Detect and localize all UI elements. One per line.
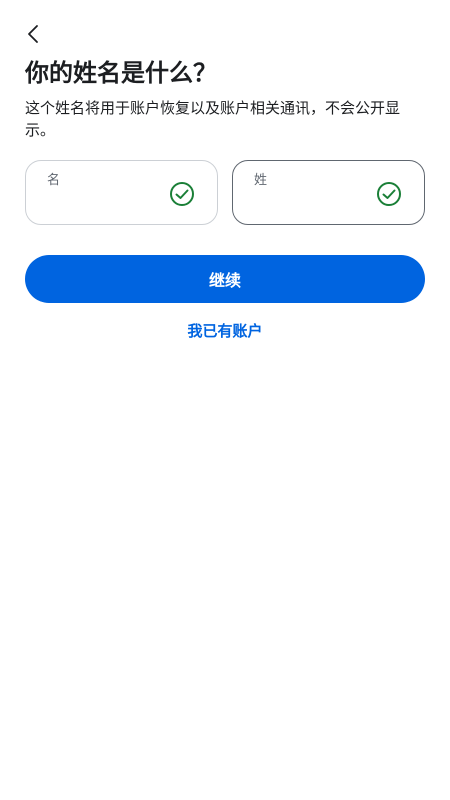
check-circle-icon — [377, 182, 401, 206]
name-entry-screen: 你的姓名是什么？ 这个姓名将用于账户恢复以及账户相关通讯，不会公开显示。 名 姓… — [0, 0, 450, 800]
back-button[interactable] — [20, 20, 46, 48]
check-circle-icon — [170, 182, 194, 206]
first-name-label: 名 — [47, 173, 61, 188]
last-name-field[interactable]: 姓 — [232, 160, 425, 225]
chevron-left-icon — [28, 25, 38, 43]
first-name-input[interactable] — [47, 189, 167, 213]
first-name-field[interactable]: 名 — [25, 160, 218, 225]
last-name-input[interactable] — [254, 189, 374, 213]
last-name-label: 姓 — [254, 173, 268, 188]
page-subtitle: 这个姓名将用于账户恢复以及账户相关通讯，不会公开显示。 — [25, 99, 401, 139]
page-title: 你的姓名是什么？ — [25, 59, 217, 87]
continue-button[interactable]: 继续 — [25, 255, 425, 303]
have-account-link[interactable]: 我已有账户 — [0, 320, 450, 341]
